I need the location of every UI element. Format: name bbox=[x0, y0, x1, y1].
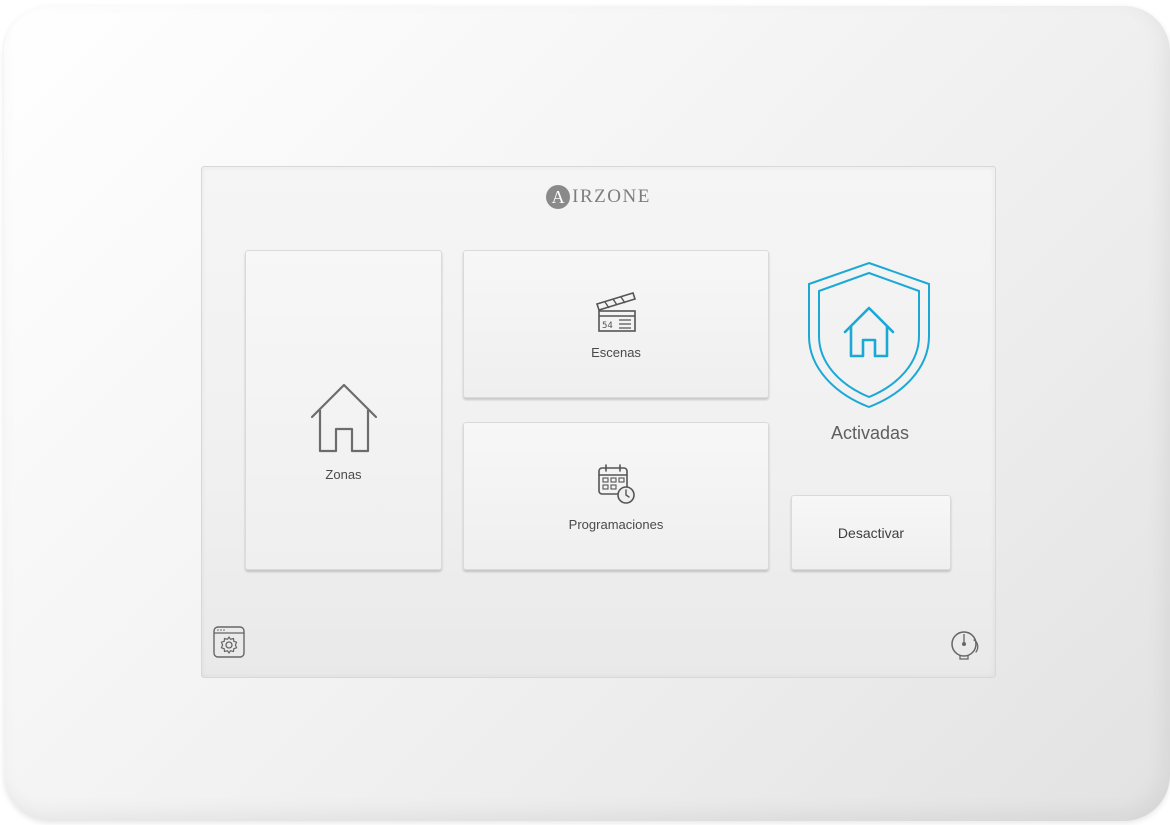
touch-screen: A IRZONE Zonas 54 Escenas Programaciones… bbox=[201, 166, 996, 678]
escenas-label: Escenas bbox=[591, 344, 641, 360]
logo-text: IRZONE bbox=[572, 186, 651, 207]
security-status: Activadas bbox=[830, 423, 910, 443]
zonas-label: Zonas bbox=[325, 466, 362, 482]
thermostat-device: A IRZONE Zonas 54 Escenas Programaciones… bbox=[4, 6, 1170, 821]
zonas-tile[interactable]: Zonas bbox=[245, 250, 442, 570]
shield-house-icon[interactable] bbox=[805, 260, 933, 410]
settings-gear-icon[interactable] bbox=[212, 625, 246, 659]
alarm-bell-icon[interactable] bbox=[948, 628, 984, 662]
house-icon bbox=[310, 383, 377, 452]
airzone-logo: A IRZONE bbox=[202, 185, 995, 209]
svg-text:54: 54 bbox=[602, 321, 613, 331]
logo-badge: A bbox=[546, 185, 571, 209]
desactivar-button[interactable]: Desactivar bbox=[791, 495, 951, 570]
desactivar-label: Desactivar bbox=[837, 524, 905, 541]
clapperboard-icon: 54 bbox=[595, 291, 637, 332]
programaciones-tile[interactable]: Programaciones bbox=[463, 422, 769, 570]
escenas-tile[interactable]: 54 Escenas bbox=[463, 250, 769, 398]
programaciones-label: Programaciones bbox=[568, 516, 664, 532]
calendar-clock-icon bbox=[598, 463, 635, 504]
